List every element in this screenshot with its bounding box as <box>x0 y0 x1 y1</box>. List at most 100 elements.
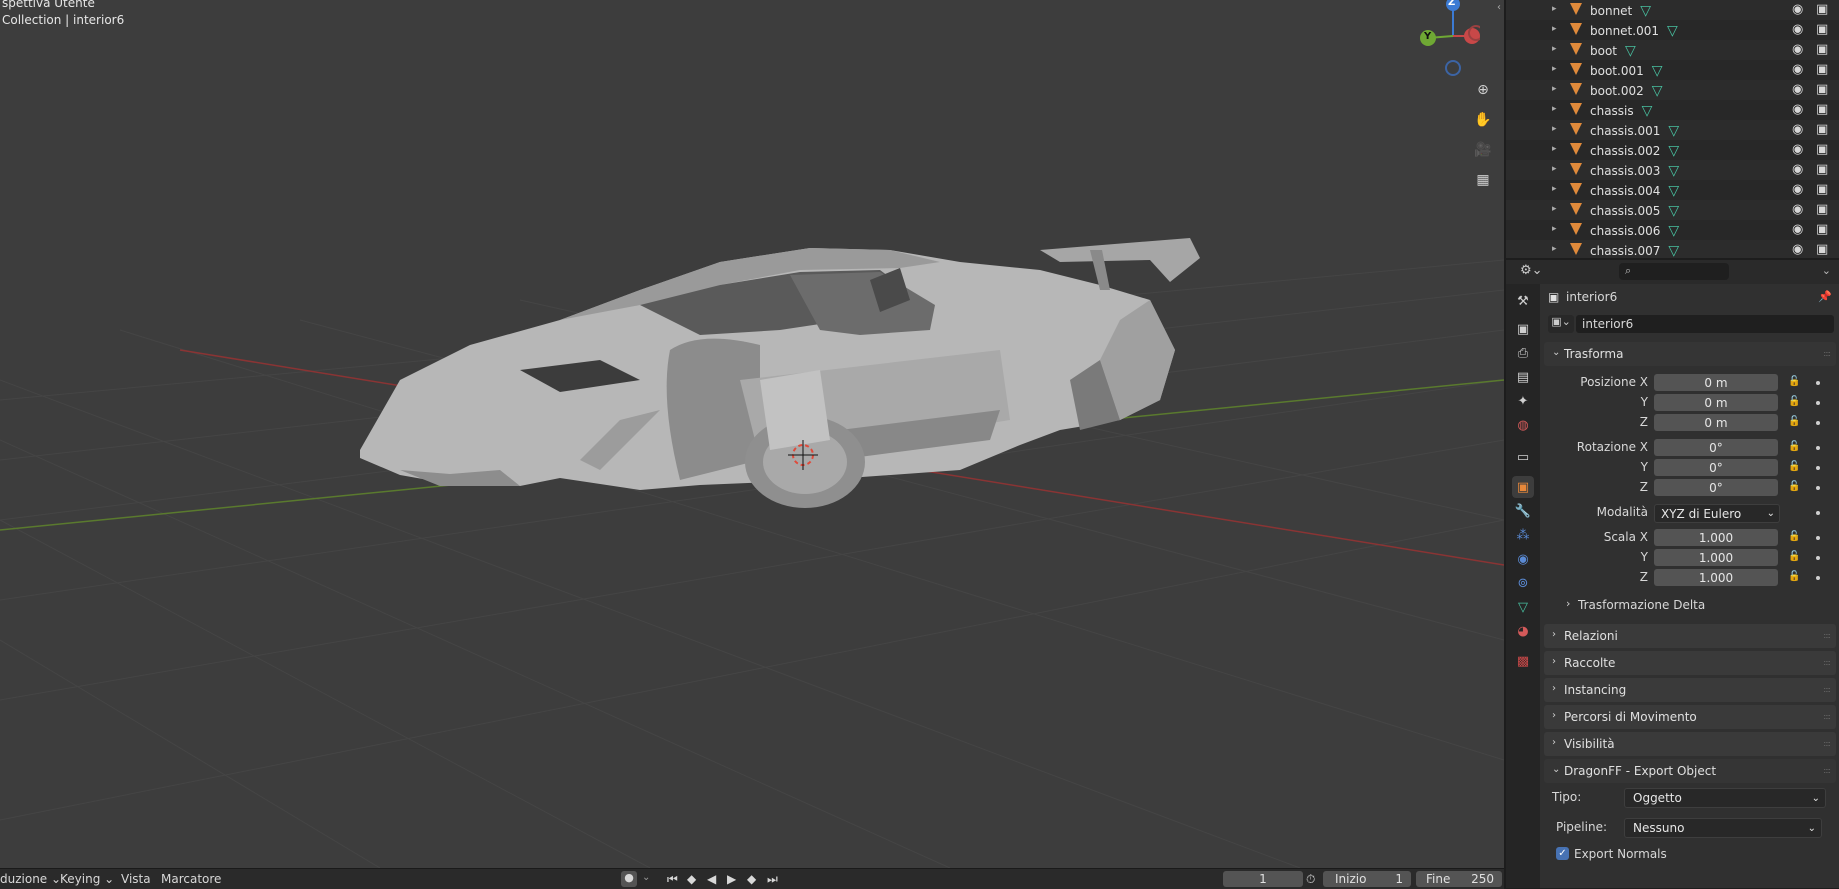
rotation-y-field[interactable]: 0° <box>1654 459 1778 476</box>
camera-render-icon[interactable]: ▣ <box>1816 42 1828 57</box>
outliner-row[interactable]: ▸ chassis.007 ▽ ◉ ▣ <box>1506 240 1839 258</box>
outliner-row[interactable]: ▸ boot.002 ▽ ◉ ▣ <box>1506 80 1839 100</box>
export-type-dropdown[interactable]: Oggetto ⌄ <box>1624 788 1826 808</box>
lock-icon[interactable]: 🔓 <box>1788 531 1800 542</box>
keyframe-dot-icon[interactable] <box>1816 486 1820 490</box>
navigation-gizmo[interactable]: Z Y <box>1410 0 1480 78</box>
outliner-item-name[interactable]: bonnet <box>1590 4 1632 18</box>
marker-menu[interactable]: Marcatore <box>161 872 221 886</box>
keyframe-dot-icon[interactable] <box>1816 401 1820 405</box>
sidebar-toggle-icon[interactable]: ‹ <box>1497 2 1501 13</box>
instancing-panel-header[interactable]: › Instancing :::: <box>1544 678 1836 702</box>
expand-arrow-icon[interactable]: ▸ <box>1552 204 1557 214</box>
modifier-tab-icon[interactable]: 🔧 <box>1512 500 1534 522</box>
outliner-item-name[interactable]: chassis.004 <box>1590 184 1660 198</box>
keyframe-dot-icon[interactable] <box>1816 421 1820 425</box>
outliner-row[interactable]: ▸ bonnet ▽ ◉ ▣ <box>1506 0 1839 20</box>
lock-icon[interactable]: 🔓 <box>1788 376 1800 387</box>
eye-icon[interactable]: ◉ <box>1792 202 1803 217</box>
options-dropdown-icon[interactable]: ⌄ <box>1822 264 1831 277</box>
expand-arrow-icon[interactable]: ▸ <box>1552 124 1557 134</box>
properties-search-input[interactable]: ⌕ <box>1619 263 1729 280</box>
mesh-data-icon[interactable]: ▽ <box>1667 23 1678 39</box>
next-keyframe-icon[interactable]: ◆ <box>747 872 756 886</box>
outliner-row[interactable]: ▸ chassis.006 ▽ ◉ ▣ <box>1506 220 1839 240</box>
drag-grip-icon[interactable]: :::: <box>1823 631 1831 640</box>
outliner-item-name[interactable]: boot.001 <box>1590 64 1644 78</box>
record-dropdown-icon[interactable]: ⌄ <box>642 872 650 883</box>
expand-arrow-icon[interactable]: ▸ <box>1552 104 1557 114</box>
lock-icon[interactable]: 🔓 <box>1788 396 1800 407</box>
mesh-data-icon[interactable]: ▽ <box>1668 243 1679 258</box>
outliner-row[interactable]: ▸ boot ▽ ◉ ▣ <box>1506 40 1839 60</box>
scale-x-field[interactable]: 1.000 <box>1654 529 1778 546</box>
camera-render-icon[interactable]: ▣ <box>1816 162 1828 177</box>
keyframe-dot-icon[interactable] <box>1816 511 1820 515</box>
drag-grip-icon[interactable]: :::: <box>1823 658 1831 667</box>
gizmo-axis-z[interactable]: Z <box>1448 0 1455 8</box>
camera-render-icon[interactable]: ▣ <box>1816 102 1828 117</box>
prev-keyframe-icon[interactable]: ◆ <box>687 872 696 886</box>
camera-render-icon[interactable]: ▣ <box>1816 82 1828 97</box>
rotation-mode-dropdown[interactable]: XYZ di Eulero ⌄ <box>1654 504 1780 523</box>
pan-hand-icon[interactable]: ✋ <box>1470 107 1496 133</box>
outliner-row[interactable]: ▸ chassis.001 ▽ ◉ ▣ <box>1506 120 1839 140</box>
rotation-z-field[interactable]: 0° <box>1654 479 1778 496</box>
3d-viewport[interactable]: spettiva Utente Collection | interior6 Z… <box>0 0 1504 868</box>
motion-paths-panel-header[interactable]: › Percorsi di Movimento :::: <box>1544 705 1836 729</box>
grid-perspective-icon[interactable]: ▦ <box>1470 167 1496 193</box>
render-tab-icon[interactable]: ▣ <box>1512 318 1534 340</box>
eye-icon[interactable]: ◉ <box>1792 82 1803 97</box>
transform-panel-header[interactable]: ⌄ Trasforma :::: <box>1544 342 1836 366</box>
rotation-x-field[interactable]: 0° <box>1654 439 1778 456</box>
material-tab-icon[interactable]: ◕ <box>1512 620 1534 642</box>
editor-type-icon[interactable]: ⚙⌄ <box>1520 263 1543 278</box>
current-frame-field[interactable]: 1 <box>1223 871 1303 887</box>
dragonff-panel-header[interactable]: ⌄ DragonFF - Export Object :::: <box>1544 759 1836 783</box>
particles-tab-icon[interactable]: ⁂ <box>1512 524 1534 546</box>
expand-arrow-icon[interactable]: ▸ <box>1552 44 1557 54</box>
lock-icon[interactable]: 🔓 <box>1788 551 1800 562</box>
expand-arrow-icon[interactable]: ▸ <box>1552 24 1557 34</box>
view-layer-tab-icon[interactable]: ▤ <box>1512 366 1534 388</box>
expand-arrow-icon[interactable]: ▸ <box>1552 84 1557 94</box>
keyframe-dot-icon[interactable] <box>1816 381 1820 385</box>
mesh-data-icon[interactable]: ▽ <box>1652 63 1663 79</box>
eye-icon[interactable]: ◉ <box>1792 222 1803 237</box>
play-icon[interactable]: ▶ <box>727 872 736 886</box>
expand-arrow-icon[interactable]: ▸ <box>1552 224 1557 234</box>
texture-tab-icon[interactable]: ▩ <box>1512 650 1534 672</box>
drag-grip-icon[interactable]: :::: <box>1823 712 1831 721</box>
playback-menu[interactable]: duzione ⌄ <box>0 872 61 886</box>
keyframe-dot-icon[interactable] <box>1816 556 1820 560</box>
expand-arrow-icon[interactable]: ▸ <box>1552 144 1557 154</box>
eye-icon[interactable]: ◉ <box>1792 242 1803 257</box>
outliner-row[interactable]: ▸ chassis.004 ▽ ◉ ▣ <box>1506 180 1839 200</box>
view-menu[interactable]: Vista <box>121 872 151 886</box>
position-z-field[interactable]: 0 m <box>1654 414 1778 431</box>
eye-icon[interactable]: ◉ <box>1792 162 1803 177</box>
mesh-data-icon[interactable]: ▽ <box>1640 3 1651 19</box>
drag-grip-icon[interactable]: :::: <box>1823 766 1831 775</box>
record-icon[interactable]: ● <box>621 871 637 887</box>
physics-tab-icon[interactable]: ◉ <box>1512 548 1534 570</box>
scene-tab-icon[interactable]: ✦ <box>1512 390 1534 412</box>
expand-arrow-icon[interactable]: ▸ <box>1552 164 1557 174</box>
outliner-item-name[interactable]: boot <box>1590 44 1617 58</box>
camera-render-icon[interactable]: ▣ <box>1816 142 1828 157</box>
drag-grip-icon[interactable]: :::: <box>1823 349 1831 358</box>
eye-icon[interactable]: ◉ <box>1792 22 1803 37</box>
zoom-icon[interactable]: ⊕ <box>1470 77 1496 103</box>
world-tab-icon[interactable]: ◍ <box>1512 414 1534 436</box>
mesh-data-icon[interactable]: ▽ <box>1668 123 1679 139</box>
camera-render-icon[interactable]: ▣ <box>1816 222 1828 237</box>
keyframe-dot-icon[interactable] <box>1816 466 1820 470</box>
outliner-item-name[interactable]: chassis.006 <box>1590 224 1660 238</box>
eye-icon[interactable]: ◉ <box>1792 102 1803 117</box>
position-y-field[interactable]: 0 m <box>1654 394 1778 411</box>
camera-render-icon[interactable]: ▣ <box>1816 242 1828 257</box>
mesh-data-icon[interactable]: ▽ <box>1668 223 1679 239</box>
mesh-data-icon[interactable]: ▽ <box>1668 143 1679 159</box>
outliner-item-name[interactable]: chassis.002 <box>1590 144 1660 158</box>
keying-menu[interactable]: Keying ⌄ <box>60 872 114 886</box>
